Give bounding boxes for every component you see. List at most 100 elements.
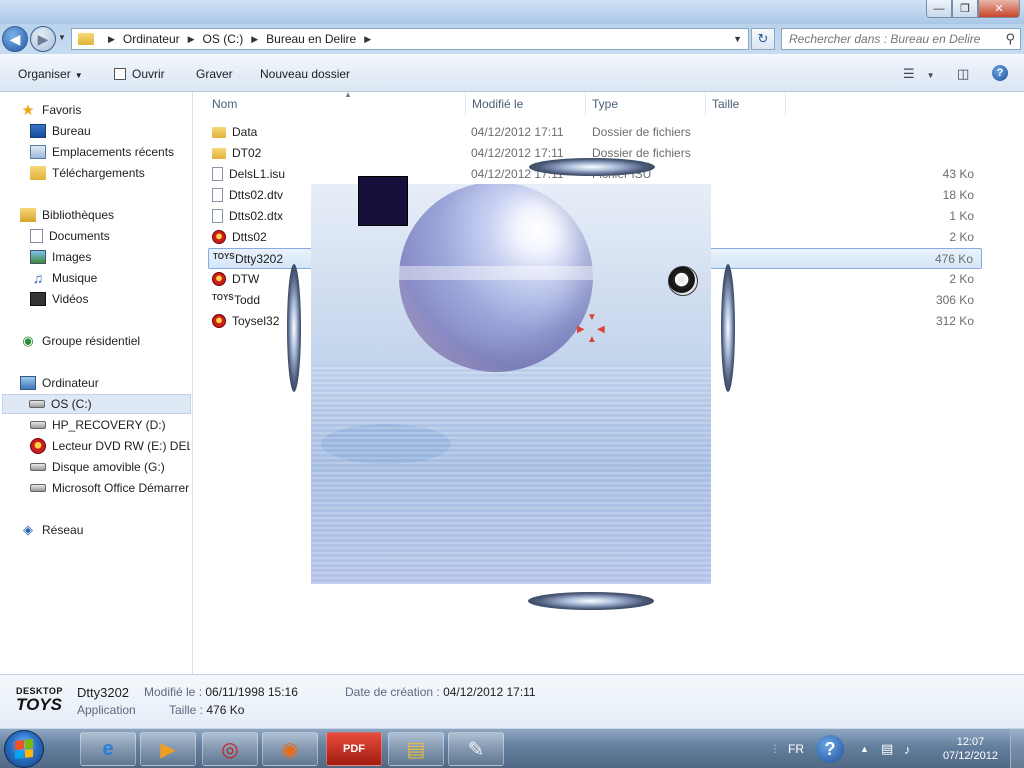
modified-value: 06/11/1998 15:16 (205, 685, 298, 699)
size-value: 476 Ko (206, 703, 245, 717)
nav-downloads[interactable]: Téléchargements (30, 163, 145, 183)
column-header-modified[interactable]: Modifié le (466, 92, 586, 116)
crosshair-icon: ▼ ▶ ◀ ▲ (577, 312, 605, 345)
taskbar-firefox[interactable]: ◉ (262, 732, 318, 766)
nav-computer[interactable]: Ordinateur (20, 373, 99, 393)
desktop-toys-logo: DESKTOP TOYS (16, 685, 64, 721)
nav-music[interactable]: ♫ Musique (30, 268, 98, 288)
taskbar-internet-explorer[interactable]: e (80, 732, 136, 766)
nav-libraries[interactable]: Bibliothèques (20, 205, 114, 225)
forward-button[interactable]: ▶ (30, 26, 56, 52)
burn-button[interactable]: Graver (196, 67, 233, 81)
file-date: 04/12/2012 17:11 (471, 125, 564, 139)
file-name: Dtts02 (232, 230, 267, 244)
nav-drive-d[interactable]: HP_RECOVERY (D:) (30, 415, 166, 435)
column-header-size[interactable]: Taille (706, 92, 786, 116)
maximize-button[interactable]: ❐ (952, 0, 978, 18)
nav-label: Groupe résidentiel (42, 334, 141, 348)
toys-logo-icon: TOYS (212, 293, 234, 302)
search-icon[interactable]: ⚲ (1005, 31, 1015, 47)
internet-explorer-icon: e (102, 737, 114, 760)
desktop-toys-icon (212, 230, 226, 244)
breadcrumb-item-folder[interactable]: Bureau en Delire (266, 32, 356, 46)
view-options-button[interactable]: ☰ ▼ (903, 66, 935, 82)
title-bar: — ❐ ✕ (0, 0, 1024, 24)
hard-drive-icon (30, 484, 46, 492)
clock[interactable]: 12:07 07/12/2012 (943, 735, 998, 763)
application-icon (114, 68, 126, 80)
organize-menu[interactable]: Organiser ▼ (18, 67, 83, 81)
desktop-toys-icon (212, 272, 226, 286)
address-dropdown[interactable]: ▼ (733, 34, 742, 44)
nav-label: HP_RECOVERY (D:) (52, 418, 166, 432)
nav-images[interactable]: Images (30, 247, 91, 267)
command-bar: Organiser ▼ Ouvrir Graver Nouveau dossier… (0, 54, 1024, 92)
sort-arrow-icon: ▲ (344, 90, 352, 99)
spaceship-bottom[interactable] (528, 592, 654, 610)
caret-down-icon: ▼ (74, 71, 83, 80)
caret-up-icon: ▲ (860, 744, 869, 754)
breadcrumb-item-drive-c[interactable]: OS (C:) (203, 32, 244, 46)
taskbar-paint[interactable]: ✎ (448, 732, 504, 766)
address-bar[interactable]: ▶ Ordinateur ▶ OS (C:) ▶ Bureau en Delir… (71, 28, 749, 50)
start-button[interactable] (4, 730, 44, 768)
search-box[interactable]: ⚲ (781, 28, 1021, 50)
refresh-button[interactable]: ↻ (751, 28, 775, 50)
column-header-name[interactable]: ▲ Nom (206, 90, 466, 116)
dark-square (358, 176, 408, 226)
new-folder-button[interactable]: Nouveau dossier (260, 67, 350, 81)
show-hidden-icons-button[interactable]: ▲ (860, 729, 869, 768)
chevron-right-icon[interactable]: ▶ (108, 34, 115, 45)
nav-videos[interactable]: Vidéos (30, 289, 88, 309)
nav-label: Réseau (42, 523, 84, 537)
file-row[interactable]: Data 04/12/2012 17:11 Dossier de fichier… (208, 122, 982, 143)
eyeball-toy[interactable] (668, 266, 698, 296)
taskbar-pdf[interactable]: PDF (326, 732, 382, 766)
language-indicator[interactable]: FR (788, 729, 804, 768)
volume-icon[interactable]: ♪ (904, 729, 911, 768)
nav-favorites[interactable]: ★ Favoris (20, 100, 81, 120)
network-tray-icon[interactable]: ▤ (881, 729, 893, 768)
nav-label: Lecteur DVD RW (E:) DELIR (52, 439, 190, 453)
created-label: Date de création : (345, 685, 440, 699)
taskbar-app[interactable]: ◎ (202, 732, 258, 766)
column-header-type[interactable]: Type (586, 92, 706, 116)
nav-office[interactable]: Microsoft Office Démarrer (30, 478, 190, 498)
taskbar-explorer[interactable]: ▤ (388, 732, 444, 766)
spaceship-top[interactable] (529, 158, 655, 176)
nav-recent[interactable]: Emplacements récents (30, 142, 174, 162)
minimize-button[interactable]: — (926, 0, 952, 18)
help-tray[interactable]: ? (816, 729, 844, 768)
file-size: 18 Ko (942, 188, 974, 202)
history-dropdown[interactable]: ▼ (58, 33, 66, 42)
file-date: 04/12/2012 17:11 (471, 146, 564, 160)
search-input[interactable] (782, 29, 992, 49)
chevron-right-icon[interactable]: ▶ (188, 34, 195, 45)
open-button[interactable]: Ouvrir (114, 67, 165, 81)
breadcrumb-item-computer[interactable]: Ordinateur (123, 32, 180, 46)
show-desktop-button[interactable] (1010, 729, 1024, 768)
help-button[interactable]: ? (992, 65, 1008, 81)
nav-desktop[interactable]: Bureau (30, 121, 91, 141)
nav-label: Disque amovible (G:) (52, 460, 165, 474)
taskbar-media-player[interactable]: ▶ (140, 732, 196, 766)
nav-homegroup[interactable]: ◉ Groupe résidentiel (20, 331, 140, 351)
hard-drive-icon (30, 421, 46, 429)
chevron-right-icon[interactable]: ▶ (364, 34, 371, 45)
nav-network[interactable]: ◈ Réseau (20, 520, 83, 540)
nav-documents[interactable]: Documents (30, 226, 110, 246)
file-size: 1 Ko (949, 209, 974, 223)
taskbar: e ▶ ◎ ◉ PDF ▤ ✎ ⋮ FR ? ▲ ▤ ♪ 12:07 07/12… (0, 728, 1024, 768)
spaceship-left[interactable] (287, 264, 301, 392)
nav-drive-e[interactable]: Lecteur DVD RW (E:) DELIR (30, 436, 190, 456)
nav-drive-c[interactable]: OS (C:) (2, 394, 191, 414)
preview-pane-button[interactable]: ◫ (957, 66, 969, 82)
removable-drive-icon (30, 463, 46, 471)
clock-date: 07/12/2012 (942, 750, 998, 762)
spaceship-right[interactable] (721, 264, 735, 392)
caret-down-icon: ▼ (926, 71, 935, 80)
back-button[interactable]: ◀ (2, 26, 28, 52)
close-button[interactable]: ✕ (978, 0, 1020, 18)
nav-drive-g[interactable]: Disque amovible (G:) (30, 457, 165, 477)
chevron-right-icon[interactable]: ▶ (251, 34, 258, 45)
